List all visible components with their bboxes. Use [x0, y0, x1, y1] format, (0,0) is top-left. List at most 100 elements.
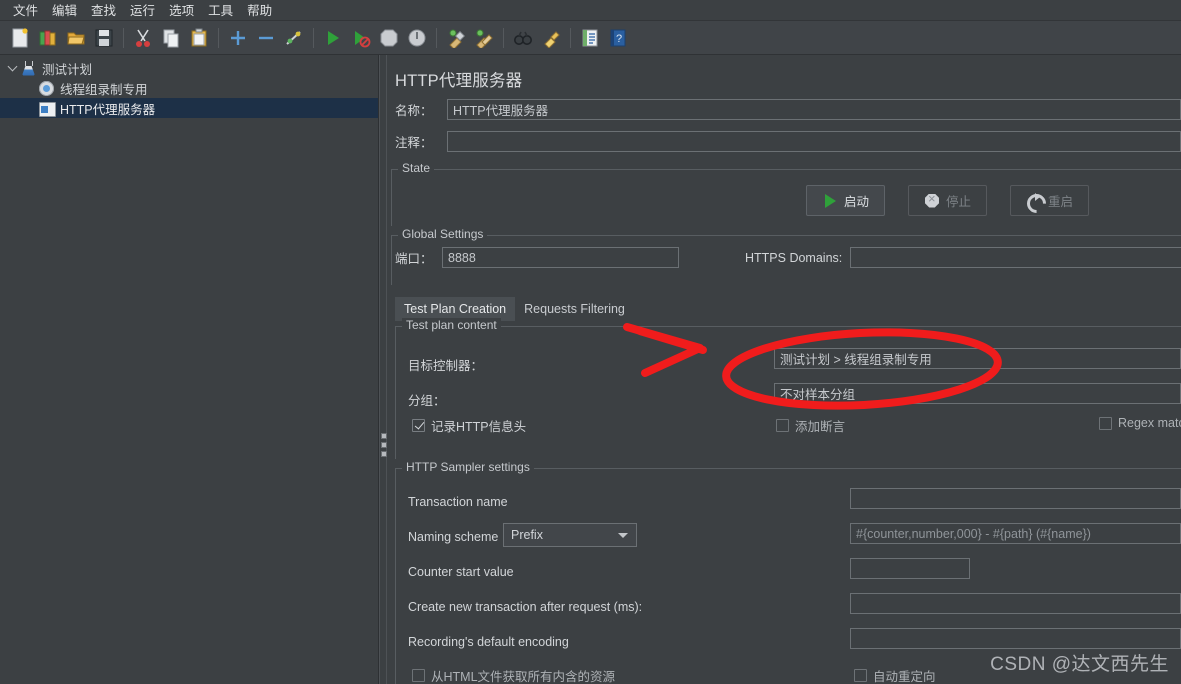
- naming-pattern-input[interactable]: #{counter,number,000} - #{path} (#{name}…: [850, 523, 1181, 544]
- target-controller-combo[interactable]: 测试计划 > 线程组录制专用: [774, 348, 1181, 369]
- toolbar-separator: [313, 27, 314, 48]
- naming-scheme-value: Prefix: [511, 528, 543, 542]
- reset-search-icon[interactable]: [538, 25, 564, 51]
- stop-icon: [924, 191, 940, 209]
- default-encoding-input[interactable]: [850, 628, 1181, 649]
- start-icon[interactable]: [320, 25, 346, 51]
- add-assertions-checkbox[interactable]: 添加断言: [776, 416, 845, 435]
- grouping-combo[interactable]: 不对样本分组: [774, 383, 1181, 404]
- stop-button-label: 停止: [945, 195, 971, 209]
- tab-requests-filtering[interactable]: Requests Filtering: [515, 297, 634, 321]
- stop-button[interactable]: 停止: [908, 185, 987, 216]
- menu-tools[interactable]: 工具: [201, 0, 240, 22]
- global-settings-group-title: Global Settings: [398, 227, 488, 241]
- checkbox-box: [854, 669, 867, 682]
- port-label: 端口：: [395, 252, 433, 266]
- naming-scheme-combo[interactable]: Prefix: [503, 523, 637, 547]
- name-row: 名称： HTTP代理服务器: [395, 99, 1181, 120]
- test-plan-tree[interactable]: 测试计划 线程组录制专用 HTTP代理服务器: [0, 55, 379, 684]
- capture-http-headers-checkbox[interactable]: 记录HTTP信息头: [412, 416, 526, 435]
- group-border-top: [395, 326, 1181, 327]
- start-no-timers-icon[interactable]: [348, 25, 374, 51]
- create-new-transaction-input[interactable]: [850, 593, 1181, 614]
- paste-icon[interactable]: [186, 25, 212, 51]
- menu-options[interactable]: 选项: [162, 0, 201, 22]
- comment-label: 注释：: [395, 136, 433, 150]
- grouping-label: 分组：: [408, 394, 446, 408]
- name-input[interactable]: HTTP代理服务器: [447, 99, 1181, 120]
- retrieve-embedded-resources-label: 从HTML文件获取所有内含的资源: [431, 670, 616, 684]
- transaction-name-label: Transaction name: [408, 495, 508, 509]
- open-templates-icon[interactable]: [35, 25, 61, 51]
- restart-button-label: 重启: [1047, 195, 1073, 209]
- menu-search[interactable]: 查找: [84, 0, 123, 22]
- counter-start-value-input[interactable]: [850, 558, 970, 579]
- tree-node-thread-group[interactable]: 线程组录制专用: [0, 78, 378, 98]
- save-icon[interactable]: [91, 25, 117, 51]
- cut-icon[interactable]: [130, 25, 156, 51]
- counter-start-value-label: Counter start value: [408, 565, 514, 579]
- tree-node-test-plan[interactable]: 测试计划: [0, 58, 378, 78]
- tree-node-label: 线程组录制专用: [60, 82, 148, 97]
- menu-run[interactable]: 运行: [123, 0, 162, 22]
- shutdown-icon[interactable]: [404, 25, 430, 51]
- comment-input[interactable]: [447, 131, 1181, 152]
- naming-scheme-label: Naming scheme: [408, 530, 499, 544]
- restart-button[interactable]: 重启: [1010, 185, 1089, 216]
- search-icon[interactable]: [510, 25, 536, 51]
- toggle-icon[interactable]: [281, 25, 307, 51]
- copy-icon[interactable]: [158, 25, 184, 51]
- test-plan-content-group-title: Test plan content: [402, 318, 501, 332]
- svg-text:?: ?: [616, 33, 622, 45]
- start-button-label: 启动: [843, 195, 869, 209]
- http-sampler-settings-group-title: HTTP Sampler settings: [402, 460, 534, 474]
- chevron-down-icon: [7, 61, 17, 72]
- port-input[interactable]: 8888: [442, 247, 679, 268]
- open-folder-icon[interactable]: [63, 25, 89, 51]
- watermark: CSDN @达文西先生: [990, 654, 1169, 675]
- chevron-down-icon: [618, 532, 628, 538]
- group-border-left: [395, 468, 396, 684]
- collapse-all-icon[interactable]: [253, 25, 279, 51]
- tree-node-http-proxy[interactable]: HTTP代理服务器: [0, 98, 378, 118]
- capture-http-headers-label: 记录HTTP信息头: [431, 420, 527, 434]
- jmeter-window: 文件 编辑 查找 运行 选项 工具 帮助 ? 测试计划 线程组录制专用 HTTP…: [0, 0, 1181, 684]
- menu-edit[interactable]: 编辑: [45, 0, 84, 22]
- restart-icon: [1026, 192, 1042, 209]
- name-label: 名称：: [395, 104, 433, 118]
- https-domains-input[interactable]: [850, 247, 1181, 268]
- stop-icon[interactable]: [376, 25, 402, 51]
- transaction-name-input[interactable]: [850, 488, 1181, 509]
- clear-all-icon[interactable]: [471, 25, 497, 51]
- comment-row: 注释：: [395, 131, 1181, 152]
- default-encoding-label: Recording's default encoding: [408, 635, 569, 649]
- target-controller-label: 目标控制器：: [408, 359, 484, 373]
- regex-matching-checkbox[interactable]: Regex matc: [1099, 416, 1181, 430]
- checkbox-box: [412, 419, 425, 432]
- menu-help[interactable]: 帮助: [240, 0, 279, 22]
- follow-redirects-checkbox[interactable]: 自动重定向: [854, 666, 936, 684]
- menu-file[interactable]: 文件: [6, 0, 45, 22]
- follow-redirects-label: 自动重定向: [873, 670, 936, 684]
- tree-expand-toggle[interactable]: [4, 60, 20, 76]
- retrieve-embedded-resources-checkbox[interactable]: 从HTML文件获取所有内含的资源: [412, 666, 615, 684]
- toolbar: ?: [0, 21, 1181, 55]
- create-new-transaction-label: Create new transaction after request (ms…: [408, 600, 643, 614]
- new-file-icon[interactable]: [7, 25, 33, 51]
- help-icon[interactable]: ?: [605, 25, 631, 51]
- checkbox-box: [1099, 416, 1112, 430]
- start-button[interactable]: 启动: [806, 185, 885, 216]
- expand-all-icon[interactable]: [225, 25, 251, 51]
- menu-bar: 文件 编辑 查找 运行 选项 工具 帮助: [0, 0, 1181, 21]
- clear-icon[interactable]: [443, 25, 469, 51]
- checkbox-box: [412, 669, 425, 682]
- panel-splitter[interactable]: [379, 55, 387, 684]
- toolbar-separator: [436, 27, 437, 48]
- tree-node-label: HTTP代理服务器: [60, 102, 156, 117]
- play-icon: [822, 193, 838, 209]
- function-helper-icon[interactable]: [577, 25, 603, 51]
- page-title: HTTP代理服务器: [395, 72, 523, 90]
